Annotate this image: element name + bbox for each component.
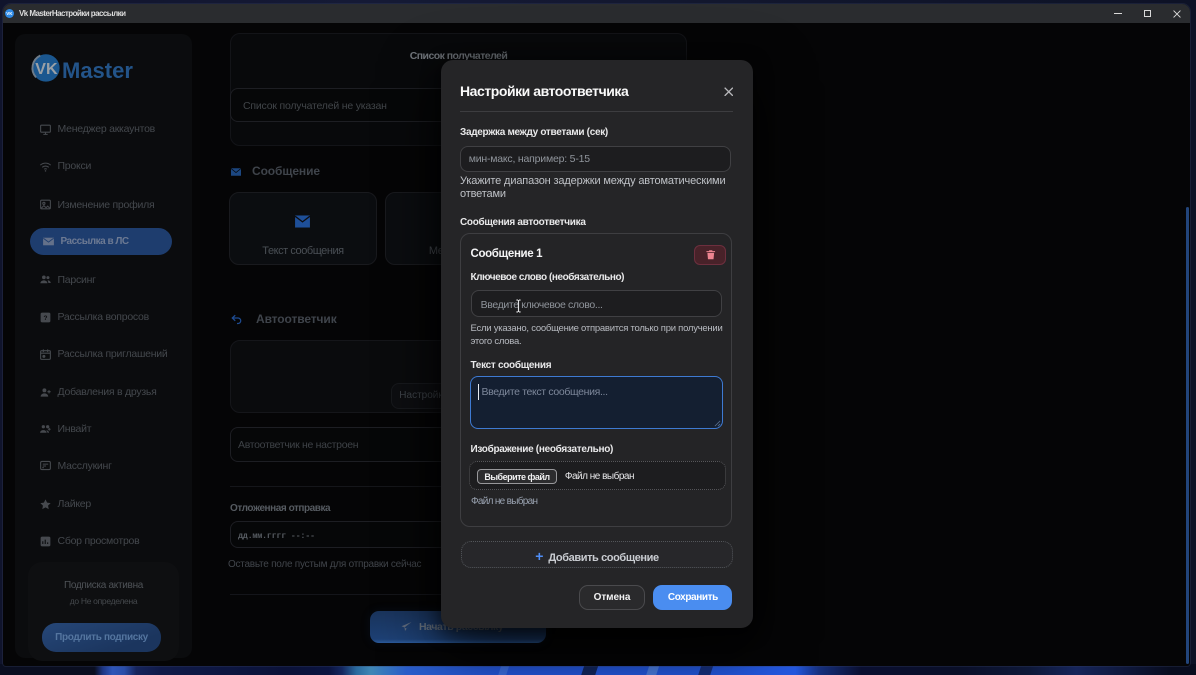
svg-text:VK: VK: [35, 60, 58, 78]
svg-text:?: ?: [44, 314, 48, 321]
